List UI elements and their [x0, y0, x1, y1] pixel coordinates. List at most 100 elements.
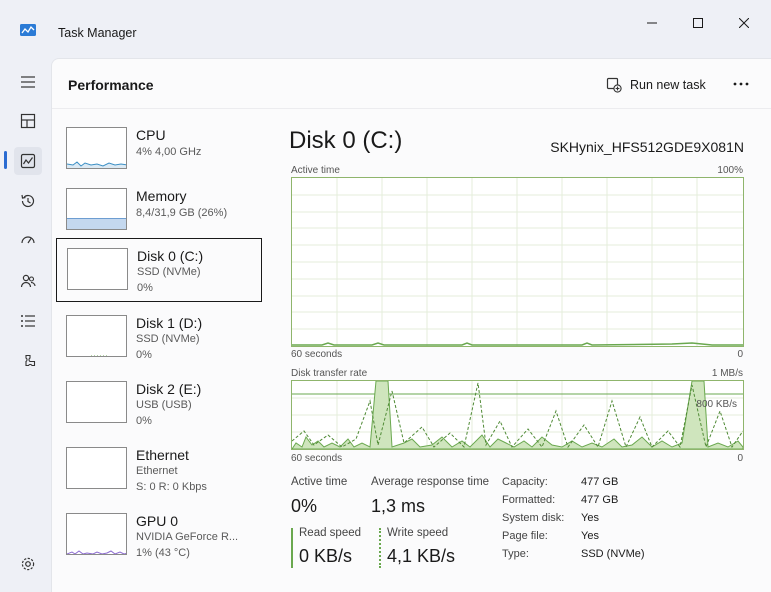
active-time-label: Active time: [291, 476, 348, 488]
close-icon: [739, 18, 749, 28]
minimize-icon: [647, 22, 657, 24]
gpu-0-thumbnail-graph: [66, 513, 127, 555]
perf-item-usage: 0%: [136, 415, 152, 427]
users-icon: [20, 274, 36, 288]
perf-item-detail: Ethernet: [136, 465, 178, 477]
perf-item-detail: 4% 4,00 GHz: [136, 146, 202, 158]
read-speed-label: Read speed: [299, 527, 362, 539]
read-speed-value: 0 KB/s: [299, 546, 353, 566]
run-new-task-icon: [606, 77, 622, 93]
disk-model: SKHynix_HFS512GDE9X081N: [550, 139, 744, 155]
avg-response-label: Average response time: [371, 476, 490, 488]
perf-item-name: GPU 0: [136, 513, 179, 529]
perf-item-usage: S: 0 R: 0 Kbps: [136, 481, 207, 493]
window-title: Task Manager: [58, 26, 137, 40]
perf-item-gpu-0[interactable]: GPU 0 NVIDIA GeForce R... 1% (43 °C): [56, 507, 262, 571]
page-title: Performance: [68, 77, 154, 93]
disk-2-thumbnail-graph: [66, 381, 127, 423]
perf-item-name: Disk 1 (D:): [136, 315, 203, 331]
active-time-graph-max: 100%: [717, 165, 743, 176]
prop-system-disk-value: Yes: [581, 512, 599, 524]
perf-item-ethernet[interactable]: Ethernet Ethernet S: 0 R: 0 Kbps: [56, 441, 262, 505]
perf-item-name: Memory: [136, 188, 187, 204]
run-new-task-button[interactable]: Run new task: [606, 73, 706, 97]
perf-item-usage: 0%: [137, 282, 153, 294]
cpu-thumbnail-graph: [66, 127, 127, 169]
perf-item-disk-0[interactable]: Disk 0 (C:) SSD (NVMe) 0%: [56, 238, 262, 302]
write-speed-marker: [379, 528, 381, 568]
perf-item-usage: 1% (43 °C): [136, 547, 190, 559]
task-manager-app-icon: [20, 24, 36, 36]
nav-users[interactable]: [14, 267, 42, 295]
performance-icon: [20, 153, 36, 169]
disk-title: Disk 0 (C:): [289, 127, 403, 154]
nav-app-history[interactable]: [14, 187, 42, 215]
perf-item-name: Ethernet: [136, 447, 189, 463]
prop-system-disk-key: System disk:: [502, 512, 565, 524]
memory-thumbnail-graph: [66, 188, 127, 230]
settings-icon: [21, 557, 35, 571]
perf-item-name: Disk 0 (C:): [137, 248, 204, 264]
disk-0-thumbnail-graph: [67, 248, 128, 290]
memory-usage-fill: [67, 218, 126, 229]
read-speed-marker: [291, 528, 293, 568]
maximize-button[interactable]: [675, 8, 721, 38]
prop-type-key: Type:: [502, 548, 529, 560]
services-icon: [25, 354, 36, 367]
disk-1-thumbnail-graph: [66, 315, 127, 357]
nav-processes[interactable]: [14, 107, 42, 135]
perf-item-detail: 8,4/31,9 GB (26%): [136, 207, 228, 219]
perf-item-disk-2[interactable]: Disk 2 (E:) USB (USB) 0%: [56, 375, 262, 439]
more-options-button[interactable]: [732, 75, 752, 95]
perf-item-disk-1[interactable]: Disk 1 (D:) SSD (NVMe) 0%: [56, 309, 262, 373]
prop-formatted-key: Formatted:: [502, 494, 556, 506]
perf-item-name: Disk 2 (E:): [136, 381, 202, 397]
transfer-rate-graph-left: 60 seconds: [291, 453, 343, 464]
startup-apps-icon: [21, 236, 35, 244]
prop-page-file-key: Page file:: [502, 530, 548, 542]
nav-details[interactable]: [14, 307, 42, 335]
prop-capacity-key: Capacity:: [502, 476, 548, 488]
close-button[interactable]: [721, 8, 767, 38]
app-history-icon: [21, 194, 35, 208]
transfer-rate-graph-max: 1 MB/s: [711, 368, 743, 379]
write-speed-label: Write speed: [387, 527, 449, 539]
nav-settings[interactable]: [14, 550, 42, 578]
nav-services[interactable]: [14, 348, 42, 376]
write-speed-value: 4,1 KB/s: [387, 546, 456, 566]
active-nav-indicator: [4, 151, 7, 169]
perf-item-detail: SSD (NVMe): [136, 333, 200, 345]
active-time-graph-left: 60 seconds: [291, 349, 343, 360]
minimize-button[interactable]: [629, 8, 675, 38]
ethernet-thumbnail-graph: [66, 447, 127, 489]
prop-capacity-value: 477 GB: [581, 476, 619, 488]
perf-item-name: CPU: [136, 127, 166, 143]
nav-startup-apps[interactable]: [14, 227, 42, 255]
active-time-graph-right: 0: [737, 349, 743, 360]
prop-page-file-value: Yes: [581, 530, 599, 542]
details-icon: [21, 315, 35, 327]
prop-formatted-value: 477 GB: [581, 494, 619, 506]
processes-icon: [20, 113, 36, 129]
active-time-graph-label: Active time: [291, 165, 340, 176]
perf-item-cpu[interactable]: CPU 4% 4,00 GHz: [56, 121, 262, 185]
active-time-value: 0%: [291, 496, 318, 516]
perf-item-usage: 0%: [136, 349, 152, 361]
title-bar[interactable]: Task Manager: [0, 0, 771, 44]
transfer-rate-graph: [291, 380, 744, 450]
perf-item-detail: NVIDIA GeForce R...: [136, 531, 239, 543]
hamburger-menu-button[interactable]: [14, 68, 42, 96]
perf-item-memory[interactable]: Memory 8,4/31,9 GB (26%): [56, 182, 262, 246]
avg-response-value: 1,3 ms: [371, 496, 426, 516]
transfer-rate-graph-label: Disk transfer rate: [291, 368, 368, 379]
header-divider: [52, 108, 771, 109]
nav-performance[interactable]: [14, 147, 42, 175]
active-time-graph: [291, 177, 744, 347]
run-new-task-label: Run new task: [630, 78, 706, 92]
perf-item-detail: USB (USB): [136, 399, 192, 411]
hamburger-menu-icon: [21, 76, 35, 88]
main-panel: Performance Run new task CPU 4% 4,00 GHz…: [51, 58, 771, 592]
transfer-rate-graph-right: 0: [737, 453, 743, 464]
transfer-rate-graph-mid: 800 KB/s: [696, 399, 737, 410]
prop-type-value: SSD (NVMe): [581, 548, 645, 560]
